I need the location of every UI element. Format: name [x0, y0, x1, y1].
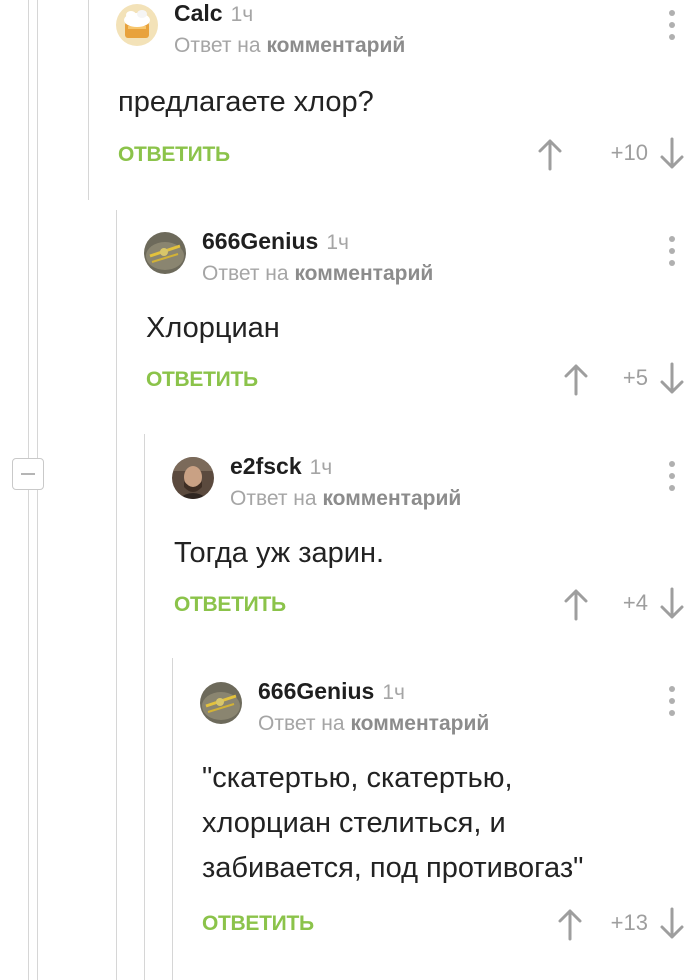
thread-line — [144, 434, 145, 980]
downvote-arrow-icon[interactable] — [658, 586, 686, 622]
helmet-avatar-icon[interactable] — [144, 232, 186, 274]
reply-prefix: Ответ на — [230, 487, 317, 510]
reply-button[interactable]: ОТВЕТИТЬ — [174, 593, 286, 617]
collapse-thread-button[interactable] — [12, 458, 44, 490]
reply-info: Ответ на комментарий — [258, 712, 489, 736]
cupcake-avatar-icon[interactable] — [116, 4, 158, 46]
author-name[interactable]: 666Genius — [202, 228, 318, 254]
reply-prefix: Ответ на — [258, 712, 345, 735]
comment-time: 1ч — [309, 456, 333, 479]
more-options-icon[interactable] — [666, 10, 678, 44]
comment-time: 1ч — [326, 231, 349, 254]
comment-text: "скатертью, скатертью, хлорциан стелитьс… — [202, 762, 584, 884]
rating-score: +10 — [610, 140, 648, 165]
reply-info: Ответ на комментарий — [174, 34, 405, 58]
comment-text: Тогда уж зарин. — [174, 537, 385, 569]
comment-header: 666Genius 1ч — [202, 228, 349, 255]
comment-header: 666Genius 1ч — [258, 678, 405, 705]
reply-prefix: Ответ на — [174, 34, 261, 57]
comment: Calc 1ч Ответ на комментарий предлагаете … — [116, 0, 700, 190]
parent-comment-link[interactable]: комментарий — [266, 34, 405, 57]
reply-button[interactable]: ОТВЕТИТЬ — [146, 368, 258, 392]
upvote-arrow-icon[interactable] — [556, 906, 584, 942]
parent-comment-link[interactable]: комментарий — [322, 487, 461, 510]
author-name[interactable]: Calc — [174, 0, 223, 26]
thread-line — [28, 0, 29, 458]
rating-score: +13 — [610, 910, 648, 935]
reply-button[interactable]: ОТВЕТИТЬ — [202, 912, 314, 936]
rating-widget: +13 — [556, 906, 686, 942]
thread-line — [116, 210, 117, 980]
comment: 666Genius 1ч Ответ на комментарий Хлорциа… — [144, 226, 700, 416]
comment: 666Genius 1ч Ответ на комментарий "скатер… — [200, 676, 700, 976]
reply-info: Ответ на комментарий — [202, 262, 433, 286]
comment-time: 1ч — [230, 3, 254, 26]
thread-line — [37, 490, 38, 980]
rating-score: +4 — [622, 590, 648, 615]
thread-line — [88, 0, 89, 200]
helmet-avatar-icon[interactable] — [200, 682, 242, 724]
author-name[interactable]: e2fsck — [230, 453, 302, 479]
downvote-arrow-icon[interactable] — [658, 906, 686, 942]
downvote-arrow-icon[interactable] — [658, 361, 686, 397]
comment-time: 1ч — [382, 681, 405, 704]
downvote-arrow-icon[interactable] — [658, 136, 686, 172]
more-options-icon[interactable] — [666, 686, 678, 720]
comment-header: e2fsck 1ч — [230, 453, 332, 480]
person-photo-avatar-icon[interactable] — [172, 457, 214, 499]
comment-text: Хлорциан — [146, 312, 280, 344]
more-options-icon[interactable] — [666, 461, 678, 495]
comment-header: Calc 1ч — [174, 0, 253, 27]
upvote-arrow-icon[interactable] — [562, 361, 590, 397]
thread-line — [28, 490, 29, 980]
author-name[interactable]: 666Genius — [258, 678, 374, 704]
reply-button[interactable]: ОТВЕТИТЬ — [118, 143, 230, 167]
rating-widget: +10 — [536, 136, 686, 172]
reply-prefix: Ответ на — [202, 262, 289, 285]
thread-line — [37, 0, 38, 458]
upvote-arrow-icon[interactable] — [536, 136, 564, 172]
rating-widget: +5 — [562, 361, 686, 397]
comment-text: предлагаете хлор? — [118, 86, 374, 118]
rating-widget: +4 — [562, 586, 686, 622]
rating-score: +5 — [622, 365, 648, 390]
thread-line — [172, 658, 173, 980]
more-options-icon[interactable] — [666, 236, 678, 270]
parent-comment-link[interactable]: комментарий — [294, 262, 433, 285]
reply-info: Ответ на комментарий — [230, 487, 461, 511]
parent-comment-link[interactable]: комментарий — [350, 712, 489, 735]
comment: e2fsck 1ч Ответ на комментарий Тогда уж з… — [172, 451, 700, 641]
upvote-arrow-icon[interactable] — [562, 586, 590, 622]
